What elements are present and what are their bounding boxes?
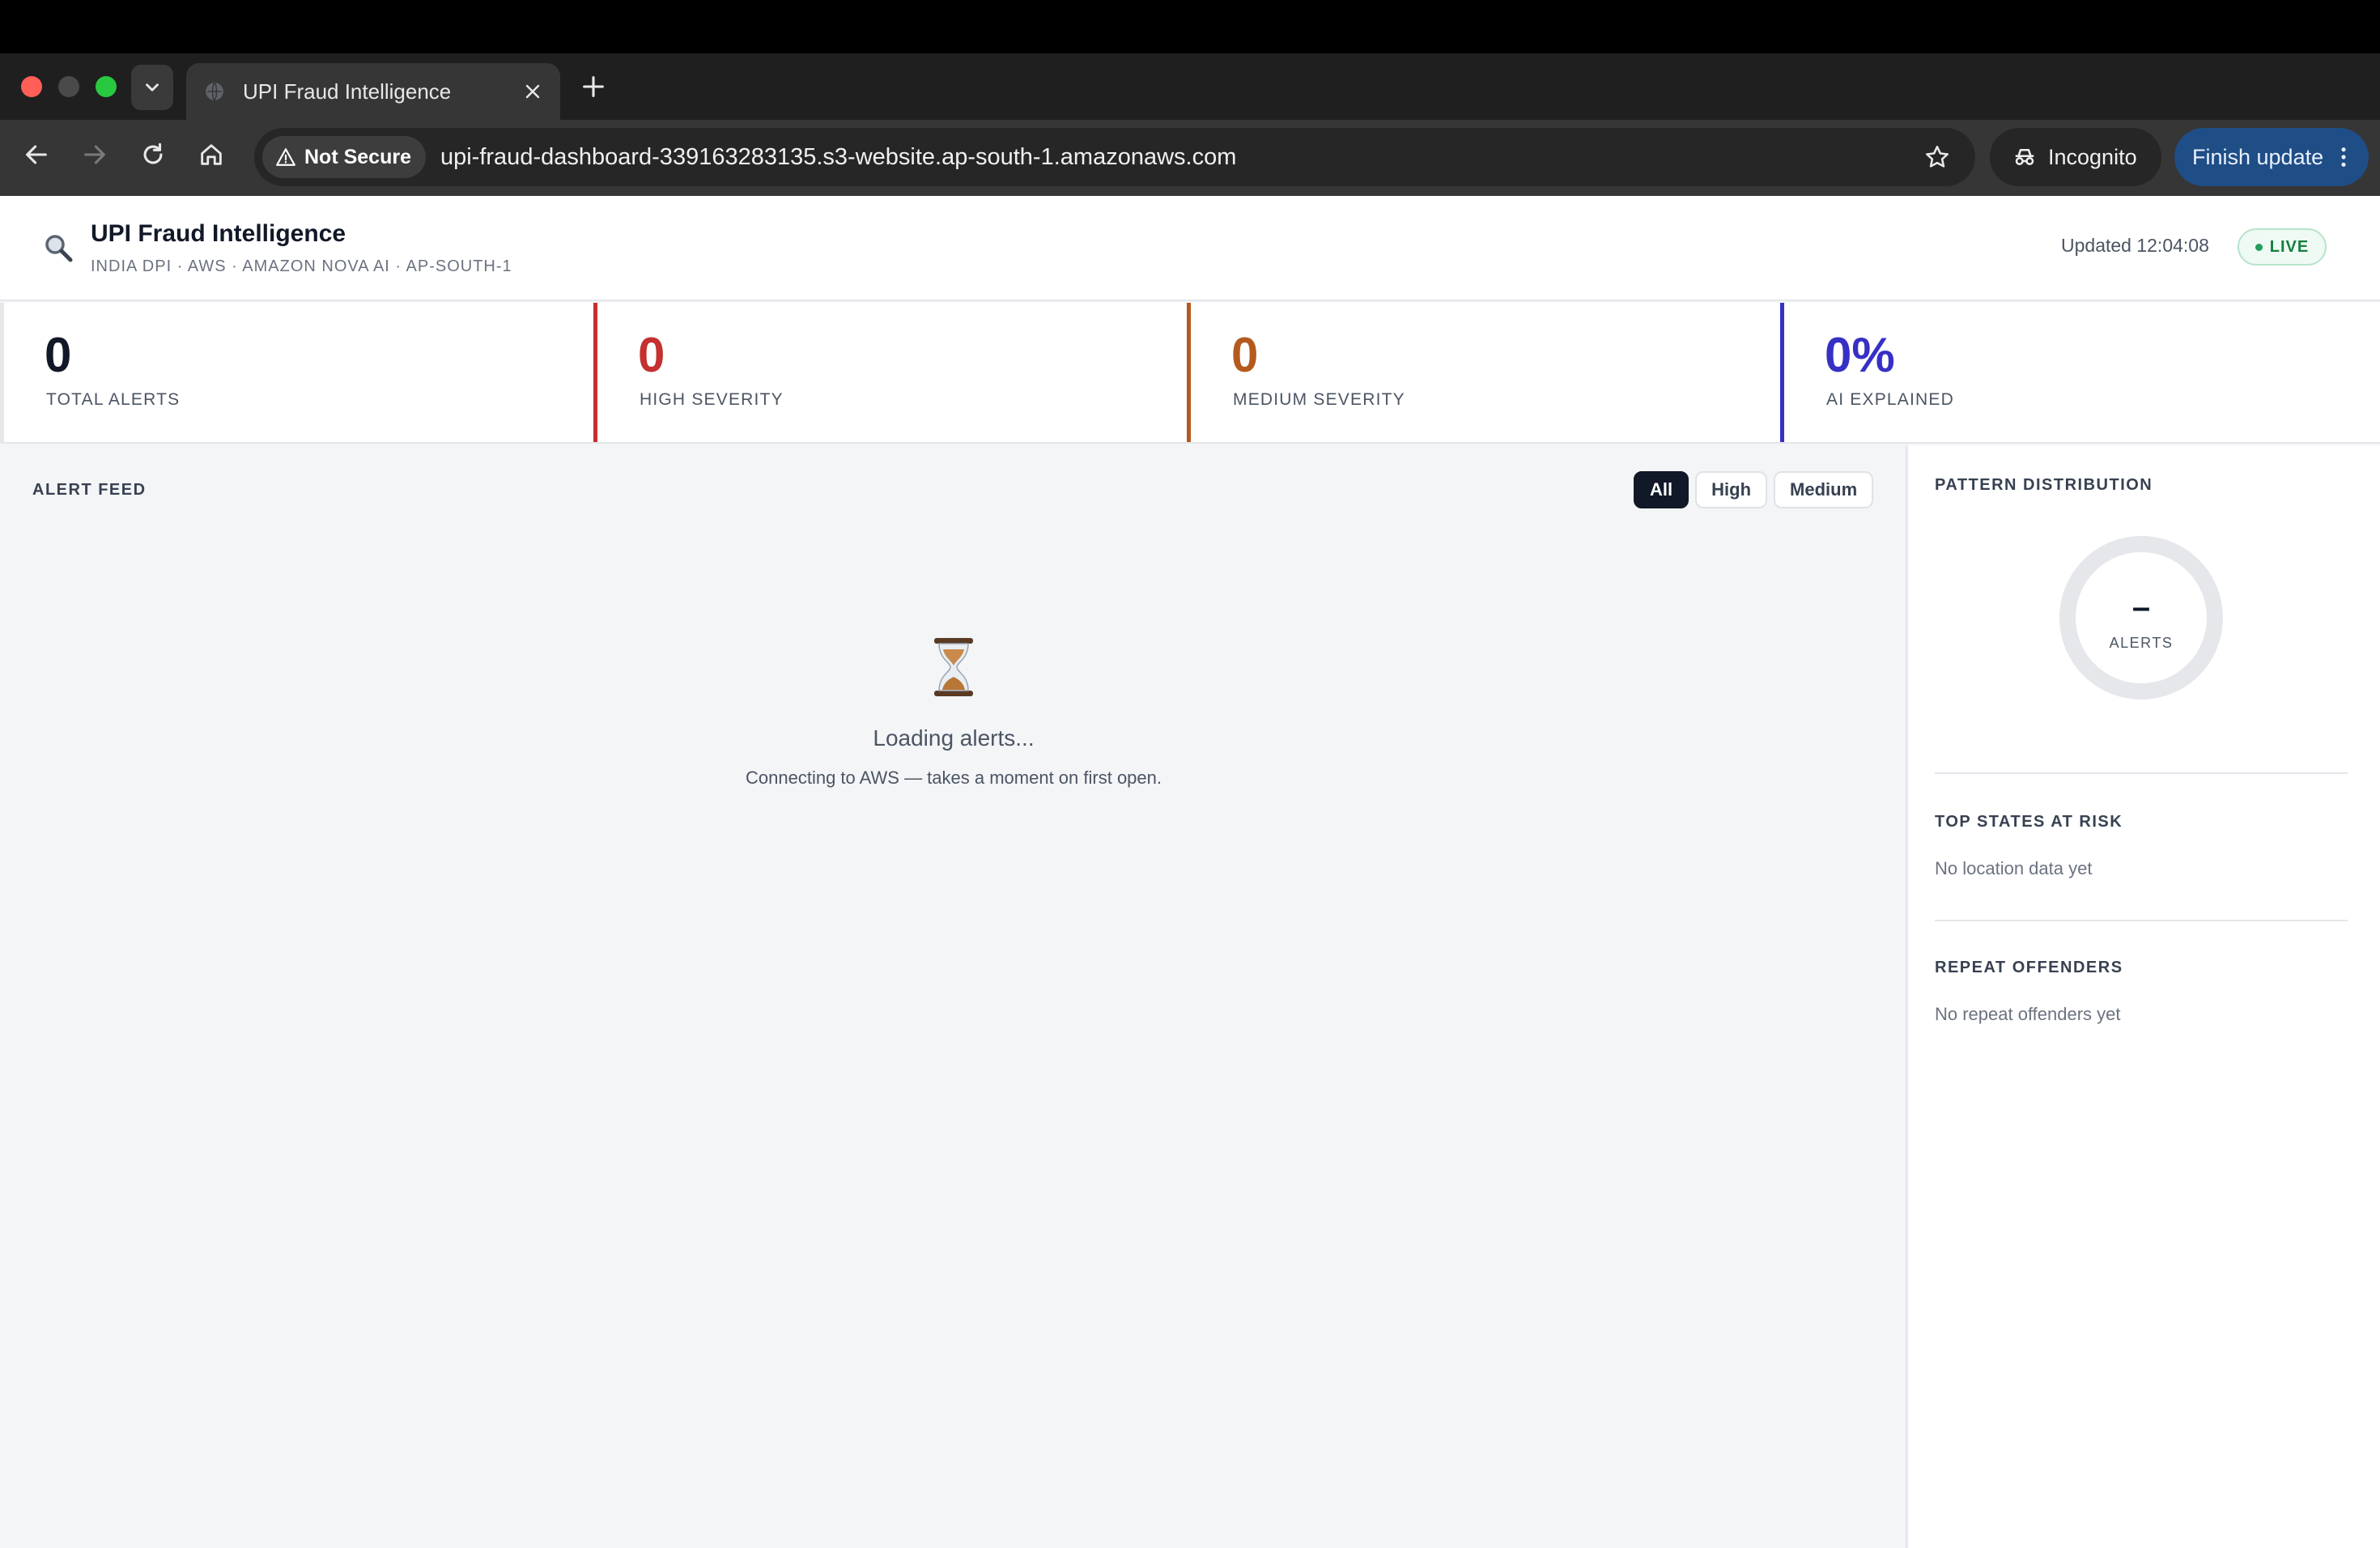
url-text[interactable]: upi-fraud-dashboard-339163283135.s3-webs… [440, 144, 1923, 171]
repeat-offenders-empty: No repeat offenders yet [1935, 1004, 2121, 1024]
section-divider [1935, 920, 2348, 921]
finish-update-label: Finish update [2192, 144, 2324, 169]
back-arrow-icon[interactable] [23, 141, 50, 168]
incognito-icon [2015, 149, 2034, 165]
loading-subtitle: Connecting to AWS — takes a moment on fi… [746, 768, 1162, 788]
tab-search-button[interactable] [131, 65, 173, 110]
home-icon[interactable] [198, 141, 225, 168]
reload-icon[interactable] [139, 141, 167, 168]
stat-total-alerts: 0 TOTAL ALERTS [0, 303, 593, 442]
tab-title: UPI Fraud Intelligence [243, 79, 452, 104]
stats-row: 0 TOTAL ALERTS 0 HIGH SEVERITY 0 MEDIUM … [0, 303, 2380, 444]
bookmark-star-icon[interactable] [1923, 143, 1951, 171]
incognito-label: Incognito [2048, 144, 2137, 169]
stat-label: TOTAL ALERTS [46, 390, 181, 409]
security-label: Not Secure [304, 145, 411, 168]
loading-state: Loading alerts... Connecting to AWS — ta… [0, 636, 1907, 789]
chevron-down-icon [146, 83, 159, 91]
donut-value: – [2131, 589, 2151, 625]
top-states-title: TOP STATES AT RISK [1935, 813, 2123, 831]
app-header: UPI Fraud Intelligence INDIA DPI · AWS ·… [0, 196, 2380, 301]
donut-label: ALERTS [2109, 634, 2174, 651]
pattern-distribution-title: PATTERN DISTRIBUTION [1935, 476, 2153, 494]
filter-all-button[interactable]: All [1634, 471, 1689, 508]
severity-filter-group: All High Medium [1634, 471, 1874, 508]
screen-top-bar [0, 0, 2380, 53]
stat-high-severity: 0 HIGH SEVERITY [593, 303, 1187, 442]
plus-icon[interactable] [580, 73, 607, 100]
page-title: UPI Fraud Intelligence [91, 220, 346, 247]
close-window-button[interactable] [21, 76, 42, 97]
close-icon[interactable] [523, 82, 542, 101]
alert-feed-panel: ALERT FEED All High Medium Loading alert… [0, 445, 1907, 1548]
filter-high-button[interactable]: High [1695, 471, 1768, 508]
live-label: LIVE [2269, 237, 2310, 256]
filter-medium-button[interactable]: Medium [1774, 471, 1874, 508]
live-badge: LIVE [2238, 228, 2327, 266]
loading-title: Loading alerts... [873, 725, 1035, 751]
hourglass-icon [934, 638, 973, 696]
stat-value: 0 [638, 328, 665, 382]
stat-value: 0 [1231, 328, 1259, 382]
forward-arrow-icon[interactable] [81, 141, 108, 168]
section-divider [1935, 772, 2348, 774]
more-vertical-icon [2341, 147, 2346, 167]
updated-timestamp: Updated 12:04:08 [2061, 235, 2209, 256]
stat-value: 0 [45, 328, 72, 382]
stat-ai-explained: 0% AI EXPLAINED [1780, 303, 2374, 442]
stat-label: HIGH SEVERITY [640, 390, 784, 409]
minimize-window-button[interactable] [58, 76, 79, 97]
live-dot-icon [2255, 243, 2263, 251]
stat-label: AI EXPLAINED [1826, 390, 1954, 409]
security-chip[interactable]: Not Secure [262, 136, 426, 178]
incognito-chip[interactable]: Incognito [1990, 128, 2161, 186]
donut-center: – ALERTS [2058, 534, 2225, 701]
globe-icon [206, 82, 223, 101]
insights-sidebar: PATTERN DISTRIBUTION – ALERTS TOP STATES… [1909, 445, 2380, 1548]
stat-medium-severity: 0 MEDIUM SEVERITY [1187, 303, 1780, 442]
alert-feed-title: ALERT FEED [32, 481, 147, 499]
page-subtitle: INDIA DPI · AWS · AMAZON NOVA AI · AP-SO… [91, 257, 512, 275]
finish-update-button[interactable]: Finish update [2174, 128, 2369, 186]
top-states-empty: No location data yet [1935, 858, 2093, 878]
stat-label: MEDIUM SEVERITY [1233, 390, 1405, 409]
browser-tab[interactable]: UPI Fraud Intelligence [186, 63, 560, 120]
repeat-offenders-title: REPEAT OFFENDERS [1935, 959, 2123, 976]
stat-value: 0% [1825, 328, 1895, 382]
magnifier-icon [45, 235, 73, 262]
warning-icon [276, 148, 295, 166]
maximize-window-button[interactable] [96, 76, 117, 97]
omnibox[interactable]: Not Secure upi-fraud-dashboard-339163283… [254, 128, 1975, 186]
